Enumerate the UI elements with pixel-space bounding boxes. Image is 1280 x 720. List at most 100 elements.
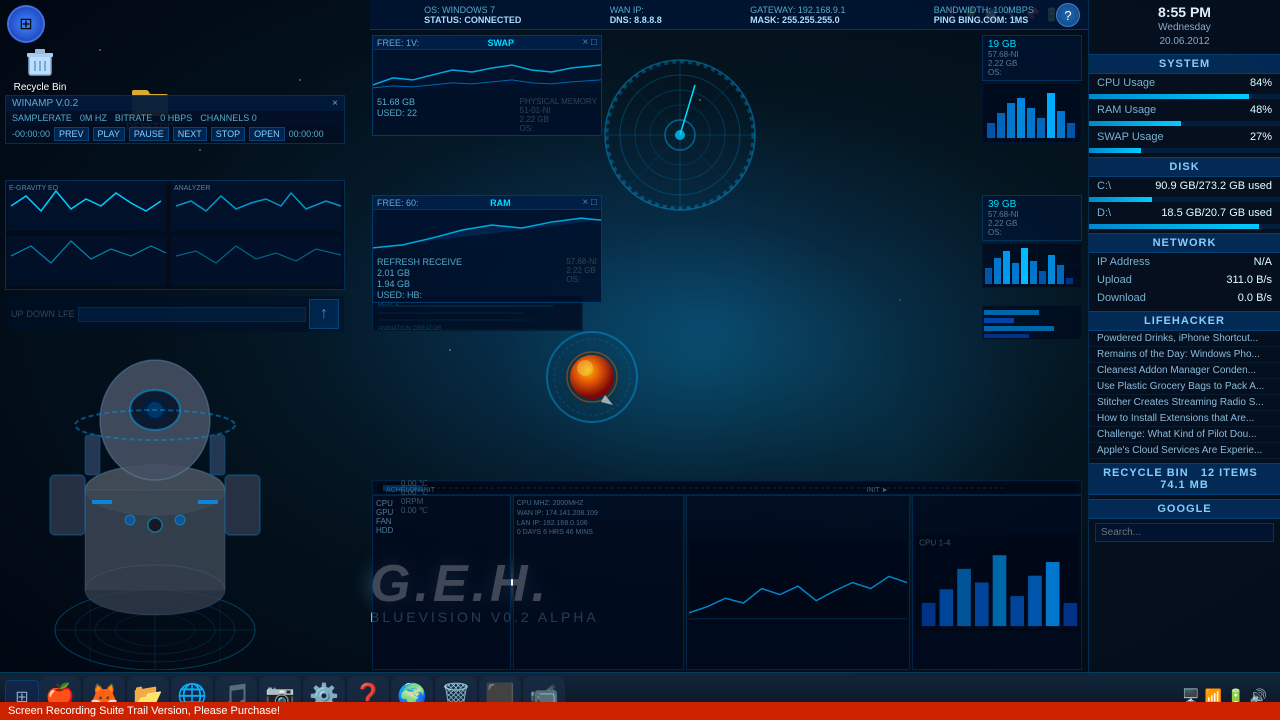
mp-samplerate: SAMPLERATE: [12, 113, 72, 123]
mp-next-btn[interactable]: NEXT: [173, 127, 207, 141]
mp-filename: WINAMP V.0.2: [12, 98, 78, 109]
mid-stat-block: CPU MHZ: 2000MHZ WAN IP: 174.141.208.109…: [513, 495, 685, 670]
lh-item-3[interactable]: Use Plastic Grocery Bags to Pack A...: [1089, 379, 1280, 395]
ping-val: PING BING.COM: 1MS: [934, 15, 1029, 25]
mp-controls: -00:00:00 PREV PLAY PAUSE NEXT STOP OPEN…: [6, 125, 344, 143]
progress-bars-area: [982, 305, 1082, 345]
ram-value: 48%: [1250, 104, 1272, 116]
start-area: ⊞: [5, 35, 45, 75]
ip-row: IP Address N/A: [1089, 253, 1280, 271]
download-row: Download 0.0 B/s: [1089, 289, 1280, 307]
bottom-stats-area: CPU GPU FAN HDD 0.00 ℃ 0.00 ℃ 0RPM 0.00 …: [372, 495, 1082, 670]
ram-chart: [373, 210, 601, 250]
swap-value: 27%: [1250, 131, 1272, 143]
stat-values: 0.00 ℃ 0.00 ℃ 0RPM 0.00 ℃: [401, 479, 428, 515]
desktop-icons-area: ⊞ Recycle Bin DESKTOP: [5, 35, 75, 93]
start-button[interactable]: ⊞: [7, 5, 45, 43]
swap-free-label: FREE: 1V:: [377, 38, 419, 48]
mp-down-label: DOWN: [27, 309, 56, 319]
disk-c-value: 90.9 GB/273.2 GB used: [1155, 180, 1272, 192]
swap-close[interactable]: × □: [582, 37, 597, 48]
cpu-row: CPU Usage 84%: [1089, 74, 1280, 92]
ram-free-label: FREE: 60:: [377, 198, 419, 208]
cpu-bar-fill: [1089, 94, 1249, 99]
mp-prev-btn[interactable]: PREV: [54, 127, 89, 141]
mask-val: MASK: 255.255.255.0: [750, 15, 840, 25]
swap-label: SWAP: [488, 38, 515, 48]
mp-time-right: 00:00:00: [289, 129, 324, 139]
mp-up-button[interactable]: ↑: [309, 299, 339, 329]
mp-lfe-label: LFE: [58, 309, 75, 319]
ram-label: RAM Usage: [1097, 104, 1156, 116]
ram-widget: FREE: 60: RAM × □ REFRESH RECEIVE 2.01 G…: [372, 195, 602, 303]
gateway-key: GATEWAY: 192.168.9.1: [750, 5, 845, 15]
status-message: Screen Recording Suite Trail Version, Pl…: [8, 705, 280, 717]
os-info: OS: WINDOWS 7 STATUS: CONNECTED: [424, 5, 521, 25]
mp-up-arrow-icon: ↑: [320, 305, 328, 323]
ram-label: RAM: [490, 198, 511, 208]
google-section-title: GOOGLE: [1089, 499, 1280, 519]
svg-text:E-GRAVITY EQ: E-GRAVITY EQ: [9, 185, 59, 192]
disk-d-label: D:\: [1097, 207, 1111, 219]
mp-pause-btn[interactable]: PAUSE: [129, 127, 169, 141]
clock-day: Wednesday: [1089, 22, 1280, 36]
radar-svg: [600, 55, 760, 215]
bar-graph-svg: CPU 1-4: [915, 498, 1079, 667]
lh-item-4[interactable]: Stitcher Creates Streaming Radio S...: [1089, 395, 1280, 411]
bandwidth-key: BANDWIDTH: 100MBPS: [934, 5, 1034, 15]
google-search-input[interactable]: [1095, 523, 1274, 542]
lh-item-0[interactable]: Powdered Drinks, iPhone Shortcut...: [1089, 331, 1280, 347]
disk-c-bar-bg: [1089, 197, 1280, 202]
waveform-area: E-GRAVITY EQ ANALYZER UP DOWN LFE ↑: [5, 180, 345, 290]
network-section-title: NETWORK: [1089, 233, 1280, 253]
mp-play-btn[interactable]: PLAY: [93, 127, 125, 141]
disk-d-bar-bg: [1089, 224, 1280, 229]
system-section-title: SYSTEM: [1089, 54, 1280, 74]
warning-orb-svg: [545, 330, 640, 425]
bottom-tech-bar: ACHELON INIT INIT ►: [372, 480, 1082, 495]
ram-title-bar: FREE: 60: RAM × □: [373, 196, 601, 210]
stat-labels: CPU GPU FAN HDD: [376, 499, 507, 535]
os-status: STATUS: CONNECTED: [424, 15, 521, 25]
right-graph-block: [686, 495, 910, 670]
svg-text:ANALYZER: ANALYZER: [174, 185, 210, 192]
mp-open-btn[interactable]: OPEN: [249, 127, 285, 141]
lh-item-6[interactable]: Challenge: What Kind of Pilot Dou...: [1089, 427, 1280, 443]
system-info-bar: OS: WINDOWS 7 STATUS: CONNECTED WAN IP: …: [370, 0, 1088, 30]
lifehacker-section-title: LIFEHACKER: [1089, 311, 1280, 331]
mp-channels: CHANNELS 0: [200, 113, 257, 123]
swap-bar-fill: [1089, 148, 1141, 153]
mp-stats: SAMPLERATE 0M HZ BITRATE 0 HBPS CHANNELS…: [6, 111, 344, 125]
bottom-graph-svg: [689, 498, 907, 667]
swap-stats: 51.68 GB USED: 22 PHYSICAL MEMORY 51-01-…: [373, 95, 601, 135]
ram-stat-box: 39 GB 57.68-NI2.22 GBOS:: [982, 195, 1082, 241]
mp-progress-bar[interactable]: [78, 307, 306, 322]
mp-stop-btn[interactable]: STOP: [211, 127, 245, 141]
right-panel: 8:55 PM Wednesday 20.06.2012 SYSTEM CPU …: [1088, 0, 1280, 720]
swap-bar-bg: [1089, 148, 1280, 153]
ip-label: IP Address: [1097, 256, 1150, 268]
music-player-widget: WINAMP V.0.2 × SAMPLERATE 0M HZ BITRATE …: [5, 95, 345, 144]
lh-item-7[interactable]: Apple's Cloud Services Are Experie...: [1089, 443, 1280, 459]
ram-right-stats: 39 GB 57.68-NI2.22 GBOS:: [982, 195, 1082, 288]
ram-bar-chart: [982, 243, 1082, 288]
swap-widget: FREE: 1V: SWAP × □ 51.68 GB USED: 22 PHY…: [372, 35, 602, 136]
swap-title-bar: FREE: 1V: SWAP × □: [373, 36, 601, 50]
swap-label: SWAP Usage: [1097, 131, 1164, 143]
mini-bar-chart: [982, 83, 1082, 143]
lh-item-1[interactable]: Remains of the Day: Windows Pho...: [1089, 347, 1280, 363]
mp-close[interactable]: ×: [332, 98, 338, 109]
status-notification-bar: Screen Recording Suite Trail Version, Pl…: [0, 702, 1280, 720]
disk-c-bar-fill: [1089, 197, 1152, 202]
cpu-bar-bg: [1089, 94, 1280, 99]
clock-time: 8:55 PM: [1089, 0, 1280, 22]
upload-value: 311.0 B/s: [1226, 274, 1272, 286]
lh-item-5[interactable]: How to Install Extensions that Are...: [1089, 411, 1280, 427]
swap-chart: [373, 50, 601, 90]
ram-close[interactable]: × □: [582, 197, 597, 208]
help-button[interactable]: ?: [1056, 3, 1080, 27]
lh-item-2[interactable]: Cleanest Addon Manager Conden...: [1089, 363, 1280, 379]
recycle-bin-label: Recycle Bin: [14, 82, 67, 93]
disk-c-row: C:\ 90.9 GB/273.2 GB used: [1089, 177, 1280, 195]
warning-light-widget: [545, 330, 640, 425]
